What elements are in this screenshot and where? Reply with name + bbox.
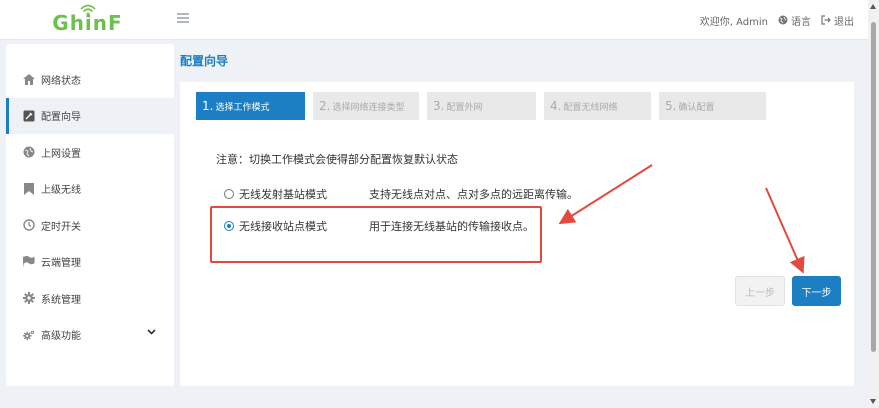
language-label: 语言	[791, 16, 811, 28]
step-label: 选择网络连接类型	[332, 102, 405, 113]
gears-icon	[23, 329, 35, 341]
step-label: 选择工作模式	[215, 102, 270, 113]
scroll-down-arrow-icon[interactable]	[870, 399, 876, 404]
prev-button[interactable]: 上一步	[735, 276, 785, 306]
sidebar-item-config-wizard[interactable]: 配置向导	[6, 97, 174, 134]
welcome-text: 欢迎你, Admin	[699, 16, 768, 28]
option-description: 支持无线点对点、点对多点的远距离传输。	[369, 188, 578, 201]
radio-base-station[interactable]	[224, 189, 234, 199]
step-label: 配置无线网络	[563, 102, 618, 113]
sidebar-item-label: 网络状态	[41, 75, 81, 87]
mode-switch-notice: 注意：切换工作模式会使得部分配置恢复默认状态	[216, 153, 458, 166]
step-label: 确认配置	[678, 102, 715, 113]
logout-label: 退出	[834, 16, 854, 28]
logout-icon	[821, 15, 831, 25]
step-wireless-config[interactable]: 4. 配置无线网络	[544, 92, 651, 120]
wizard-steps: 1. 选择工作模式 2. 选择网络连接类型 3. 配置外网 4. 配置无线网络 …	[196, 92, 766, 120]
gear-icon	[23, 292, 35, 305]
scrollbar-thumb[interactable]	[871, 22, 876, 352]
sidebar-item-label: 云端管理	[41, 258, 81, 270]
vertical-scrollbar[interactable]	[868, 0, 879, 408]
clock-icon	[23, 219, 35, 231]
globe-icon	[23, 146, 35, 158]
step-connection-type[interactable]: 2. 选择网络连接类型	[313, 92, 419, 120]
sidebar-item-label: 配置向导	[41, 112, 81, 124]
page-title: 配置向导	[180, 54, 229, 68]
menu-toggle-icon[interactable]	[177, 13, 189, 23]
sidebar-item-label: 系统管理	[41, 294, 81, 306]
annotation-highlight-box	[210, 206, 542, 263]
sidebar-item-cloud-management[interactable]: 云端管理	[6, 244, 174, 281]
bookmark-icon	[23, 182, 35, 195]
home-icon	[23, 73, 35, 85]
logout-button[interactable]: 退出	[821, 13, 854, 28]
sidebar-item-timer-switch[interactable]: 定时开关	[6, 207, 174, 244]
globe-icon	[778, 15, 788, 25]
top-bar: GhinF 欢迎你, Admin 语言 退出	[0, 0, 868, 40]
sidebar: 网络状态 配置向导 上网设置 上级无线 定时开关 云端管理 系统管理 高级功能	[6, 44, 174, 386]
sidebar-item-label: 上网设置	[41, 148, 81, 160]
scroll-up-arrow-icon[interactable]	[870, 4, 876, 9]
step-label: 配置外网	[446, 102, 483, 113]
logo: GhinF	[0, 0, 175, 40]
option-label: 无线发射基站模式	[239, 188, 327, 201]
sidebar-item-internet-settings[interactable]: 上网设置	[6, 134, 174, 171]
step-number: 4.	[550, 99, 562, 113]
wizard-panel: 1. 选择工作模式 2. 选择网络连接类型 3. 配置外网 4. 配置无线网络 …	[180, 82, 854, 386]
sidebar-item-system-management[interactable]: 系统管理	[6, 280, 174, 317]
language-menu[interactable]: 语言	[778, 13, 811, 28]
step-select-mode[interactable]: 1. 选择工作模式	[196, 92, 305, 120]
step-number: 3.	[433, 99, 445, 113]
option-base-station-mode[interactable]: 无线发射基站模式 支持无线点对点、点对多点的远距离传输。	[224, 186, 578, 202]
sidebar-item-label: 上级无线	[41, 185, 81, 197]
next-button[interactable]: 下一步	[792, 276, 841, 306]
step-number: 2.	[319, 99, 331, 113]
step-wan-config[interactable]: 3. 配置外网	[427, 92, 536, 120]
step-number: 5.	[665, 99, 677, 113]
sidebar-item-upstream-wireless[interactable]: 上级无线	[6, 171, 174, 208]
flag-icon	[23, 256, 35, 268]
sidebar-item-label: 定时开关	[41, 221, 81, 233]
step-confirm[interactable]: 5. 确认配置	[659, 92, 766, 120]
chevron-down-icon[interactable]	[147, 328, 156, 335]
step-number: 1.	[202, 99, 214, 113]
sidebar-item-network-status[interactable]: 网络状态	[6, 61, 174, 98]
logo-text: GhinF	[52, 11, 123, 35]
wizard-icon	[23, 110, 35, 122]
sidebar-item-advanced[interactable]: 高级功能	[6, 317, 174, 354]
sidebar-item-label: 高级功能	[41, 331, 81, 343]
